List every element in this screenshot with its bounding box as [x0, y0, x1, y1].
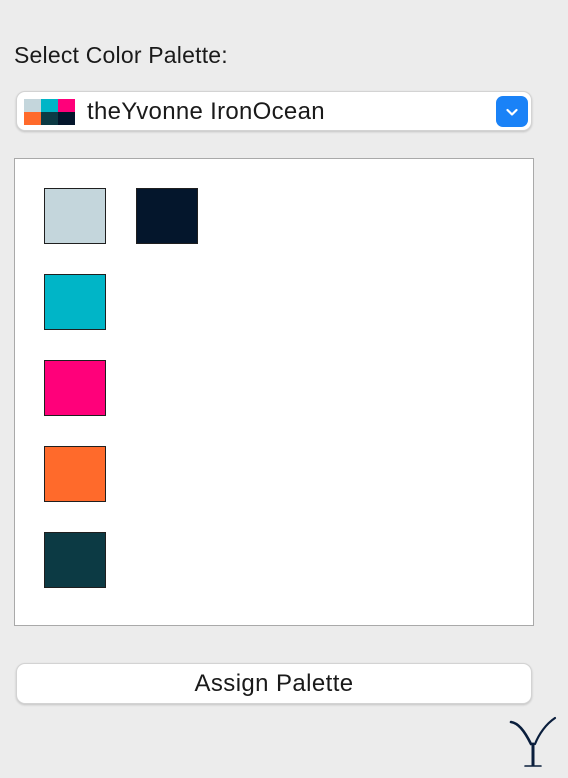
palette-preview-icon: [24, 99, 75, 125]
panel-title: Select Color Palette:: [14, 42, 228, 68]
assign-palette-button[interactable]: Assign Palette: [16, 663, 532, 704]
palette-select[interactable]: theYvonne IronOcean: [16, 91, 532, 131]
swatch-dark-teal[interactable]: [44, 532, 106, 588]
swatch-orange[interactable]: [44, 446, 106, 502]
palette-select-value: theYvonne IronOcean: [87, 98, 325, 125]
swatch-navy[interactable]: [136, 188, 198, 244]
swatch-panel: [14, 158, 534, 626]
chevron-down-icon[interactable]: [496, 96, 528, 127]
swatch-cyan[interactable]: [44, 274, 106, 330]
swatch-light-gray-blue[interactable]: [44, 188, 106, 244]
swatch-magenta[interactable]: [44, 360, 106, 416]
yvonne-logo-icon: [506, 714, 560, 770]
